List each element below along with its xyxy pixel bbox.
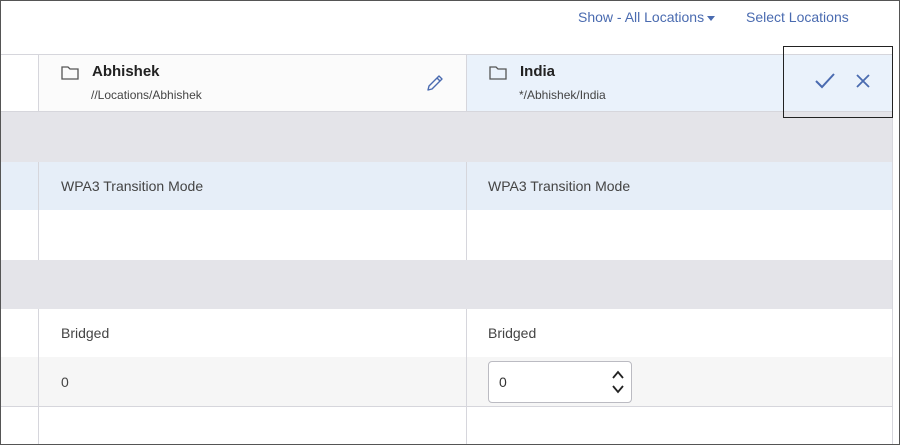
caret-down-icon [707, 15, 716, 21]
row-divider [1, 406, 893, 407]
show-locations-dropdown[interactable]: Show - All Locations [578, 9, 716, 25]
edit-actions [783, 46, 893, 118]
column-path: //Locations/Abhishek [91, 88, 202, 102]
security-mode-cell: WPA3 Transition Mode [38, 162, 466, 210]
security-mode-cell: WPA3 Transition Mode [466, 162, 893, 210]
column-divider [38, 406, 39, 444]
vlan-value-cell: 0 [38, 357, 466, 406]
vlan-value-cell: 0 [466, 357, 893, 406]
column-header-abhishek: Abhishek //Locations/Abhishek [38, 55, 466, 111]
column-title: India [520, 63, 556, 80]
stepper-arrows-icon[interactable] [611, 368, 625, 396]
pencil-icon[interactable] [425, 73, 445, 93]
folder-icon [489, 66, 507, 80]
column-divider [466, 406, 467, 444]
top-toolbar: Show - All Locations Select Locations [1, 1, 899, 37]
forwarding-mode-cell: Bridged [466, 309, 893, 357]
column-path: */Abhishek/India [519, 88, 606, 102]
stepper-value: 0 [499, 373, 507, 390]
column-header-row: Abhishek //Locations/Abhishek India */Ab… [1, 54, 893, 112]
section-divider-row [1, 112, 893, 162]
table-row [1, 210, 893, 260]
column-title: Abhishek [92, 63, 160, 80]
section-divider-row [1, 260, 893, 309]
vlan-stepper-input[interactable]: 0 [488, 360, 632, 403]
table-row: 0 0 [1, 357, 893, 406]
show-locations-label: Show - All Locations [578, 9, 705, 25]
empty-cell [466, 210, 893, 260]
check-icon[interactable] [814, 71, 836, 91]
compare-locations-panel: Show - All Locations Select Locations Ab… [0, 0, 900, 445]
close-icon[interactable] [855, 73, 871, 89]
empty-cell [38, 210, 466, 260]
forwarding-mode-cell: Bridged [38, 309, 466, 357]
folder-icon [61, 66, 79, 80]
select-locations-link[interactable]: Select Locations [746, 9, 849, 25]
table-row: Bridged Bridged [1, 309, 893, 357]
table-row: WPA3 Transition Mode WPA3 Transition Mod… [1, 162, 893, 210]
